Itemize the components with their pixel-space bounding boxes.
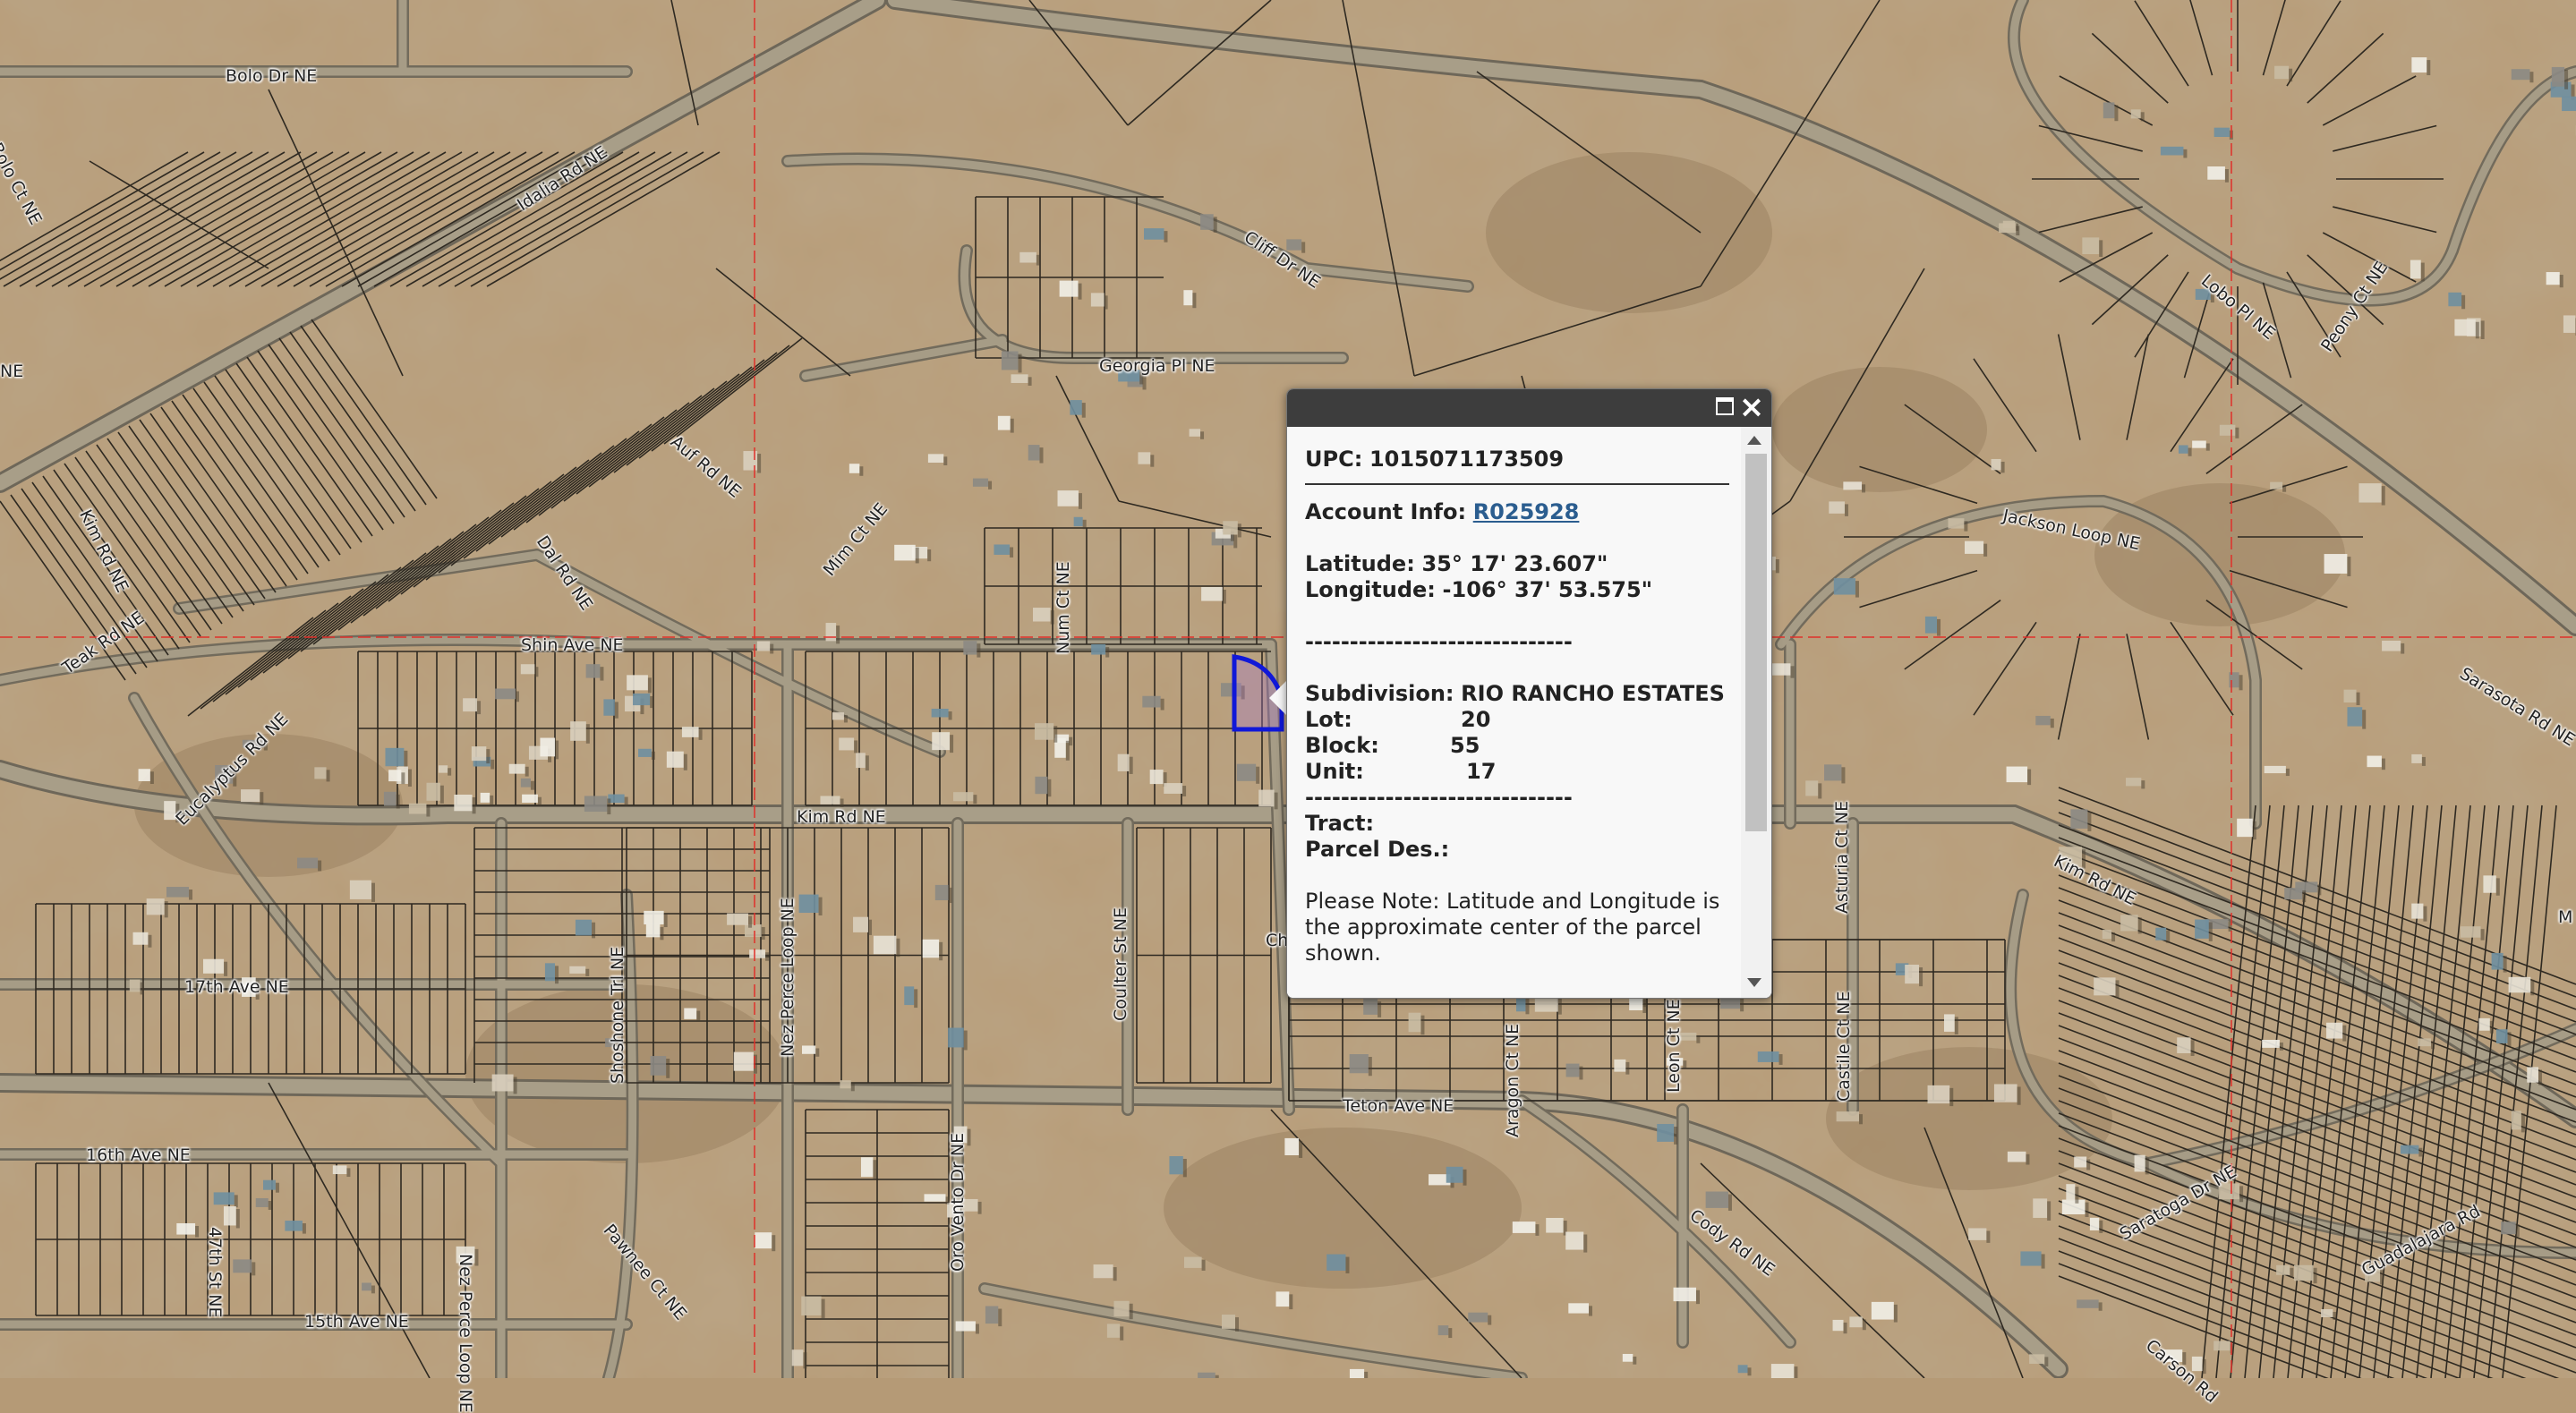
street-label-num-ct: Num Ct NE — [1053, 561, 1073, 654]
upc-label: UPC: — [1305, 447, 1362, 472]
block-value: 55 — [1450, 733, 1480, 758]
parcel-des-label: Parcel Des.: — [1305, 837, 1449, 862]
street-label-kim-rd-mid: Kim Rd NE — [797, 807, 886, 827]
block-row: Block:55 — [1305, 733, 1726, 759]
latitude-row: Latitude: 35° 17' 23.607" — [1305, 551, 1726, 577]
popup-body[interactable]: UPC: 1015071173509 Account Info: R025928… — [1287, 427, 1771, 998]
street-label-17th-ave: 17th Ave NE — [184, 977, 289, 997]
subdivision-label: Subdivision: — [1305, 681, 1454, 706]
subdivision-value: RIO RANCHO ESTATES — [1461, 681, 1725, 706]
street-label-oro-vento-dr: Oro Vento Dr NE — [948, 1133, 968, 1272]
upc-row: UPC: 1015071173509 — [1305, 447, 1726, 472]
street-label-leon-ct: Leon Ct NE — [1664, 999, 1684, 1093]
separator-line: ------------------------------ — [1305, 629, 1726, 655]
street-label-shin-ave: Shin Ave NE — [521, 635, 624, 655]
account-row: Account Info: R025928 — [1305, 499, 1726, 525]
account-link[interactable]: R025928 — [1473, 499, 1580, 524]
coordinates-note: Please Note: Latitude and Longitude is t… — [1305, 889, 1726, 966]
street-label-aragon-ct: Aragon Ct NE — [1503, 1024, 1523, 1137]
divider — [1305, 483, 1729, 485]
popup-title-bar: × — [1287, 389, 1771, 427]
longitude-value: -106° 37' 53.575" — [1443, 577, 1653, 602]
parcel-info-popup: × UPC: 1015071173509 Account Info: R0259… — [1286, 388, 1772, 999]
unit-label: Unit: — [1305, 759, 1466, 785]
street-label-castile-ct: Castile Ct NE — [1834, 991, 1854, 1102]
street-label-georgia-pl: Georgia Pl NE — [1099, 356, 1215, 376]
street-label-edge-ne: NE — [0, 362, 23, 381]
street-label-47th-st: 47th St NE — [205, 1227, 225, 1317]
unit-value: 17 — [1466, 759, 1496, 784]
street-label-15th-ave: 15th Ave NE — [304, 1312, 409, 1332]
block-label: Block: — [1305, 733, 1450, 759]
scroll-up-arrow-icon[interactable] — [1747, 436, 1761, 445]
street-label-bolo-dr: Bolo Dr NE — [226, 66, 317, 86]
street-label-edge-m: M — [2558, 907, 2572, 927]
popup-pointer — [1269, 680, 1287, 716]
lot-row: Lot:20 — [1305, 707, 1726, 733]
upc-value: 1015071173509 — [1369, 447, 1564, 472]
tract-label: Tract: — [1305, 811, 1374, 836]
street-label-nez-perce-loop: Nez Perce Loop NE — [778, 898, 798, 1057]
separator-line-2: ------------------------------ — [1305, 785, 1726, 811]
unit-row: Unit:17 — [1305, 759, 1726, 785]
tract-row: Tract: — [1305, 811, 1726, 837]
street-label-16th-ave: 16th Ave NE — [86, 1145, 191, 1165]
close-icon[interactable]: × — [1737, 391, 1766, 423]
street-label-teton-ave: Teton Ave NE — [1343, 1096, 1454, 1116]
latitude-label: Latitude: — [1305, 551, 1415, 576]
longitude-label: Longitude: — [1305, 577, 1436, 602]
lot-value: 20 — [1461, 707, 1490, 732]
maximize-icon[interactable] — [1716, 397, 1734, 415]
latitude-value: 35° 17' 23.607" — [1421, 551, 1608, 576]
scroll-thumb[interactable] — [1745, 454, 1767, 831]
popup-scrollbar[interactable] — [1741, 427, 1771, 998]
parcel-des-row: Parcel Des.: — [1305, 837, 1726, 863]
scroll-down-arrow-icon[interactable] — [1747, 978, 1761, 987]
street-label-partial: Ch — [1266, 931, 1288, 950]
longitude-row: Longitude: -106° 37' 53.575" — [1305, 577, 1726, 603]
account-label: Account Info: — [1305, 499, 1466, 524]
street-label-asturia-ct: Asturia Ct NE — [1832, 801, 1852, 914]
lot-label: Lot: — [1305, 707, 1461, 733]
subdivision-row: Subdivision: RIO RANCHO ESTATES — [1305, 681, 1726, 707]
popup-content: UPC: 1015071173509 Account Info: R025928… — [1305, 447, 1726, 966]
street-label-nez-perce-loop-2: Nez Perce Loop NE — [456, 1254, 475, 1413]
street-label-coulter-st: Coulter St NE — [1111, 907, 1130, 1021]
street-label-shoshone-trl: Shoshone Trl NE — [608, 947, 627, 1084]
